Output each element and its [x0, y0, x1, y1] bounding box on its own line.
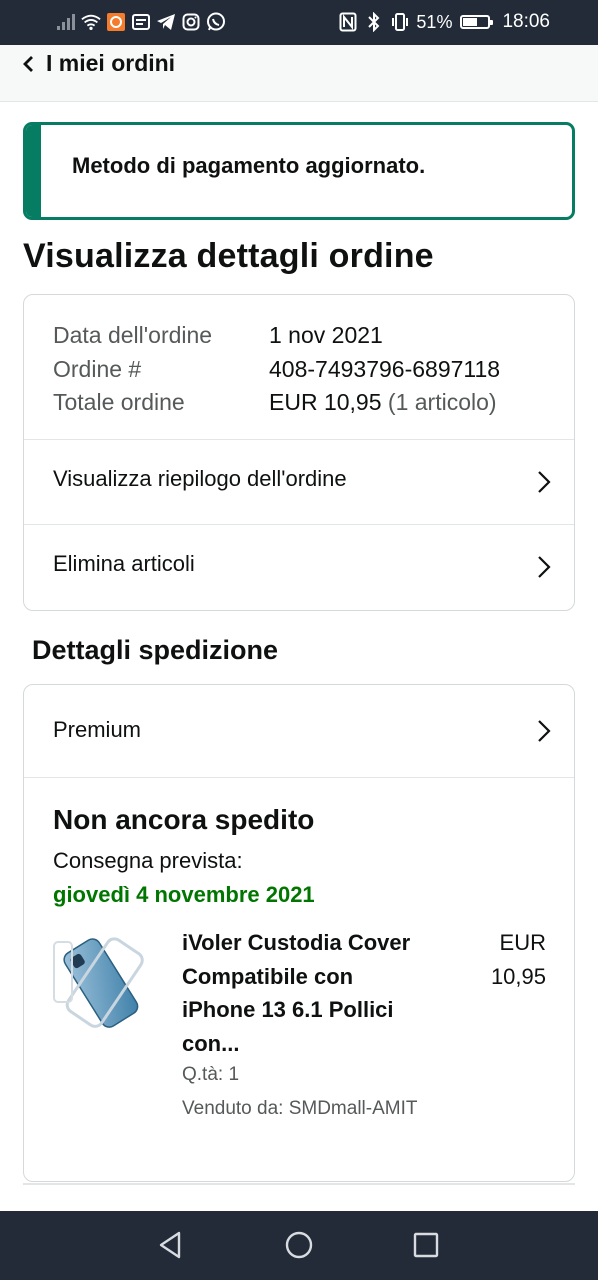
phone-case-icon [53, 937, 144, 1028]
page-title: Visualizza dettagli ordine [23, 237, 434, 275]
product-price-currency: EUR [499, 930, 546, 955]
product-quantity: Q.tà: 1 [182, 1064, 240, 1085]
shipping-card: Premium Non ancora spedito Consegna prev… [23, 684, 575, 1182]
battery-icon [460, 15, 494, 29]
order-date-row: Data dell'ordine 1 nov 2021 [53, 319, 500, 353]
whatsapp-icon [206, 11, 226, 33]
system-nav-bar [0, 1211, 598, 1280]
order-total-row: Totale ordine EUR 10,95 (1 articolo) [53, 386, 500, 420]
clock: 18:06 [502, 11, 550, 32]
order-total-value: EUR 10,95 [269, 389, 382, 415]
status-bar-system: 51% 18:06 [338, 11, 550, 33]
order-item-count: (1 articolo) [387, 389, 497, 415]
order-summary-card: Data dell'ordine 1 nov 2021 Ordine # 408… [23, 294, 575, 611]
success-alert: Metodo di pagamento aggiornato. [23, 122, 575, 220]
order-total-label: Totale ordine [53, 389, 185, 415]
view-order-summary-link[interactable]: Visualizza riepilogo dell'ordine [24, 439, 574, 524]
wifi-icon [81, 11, 101, 33]
chevron-left-icon [23, 56, 33, 72]
alert-message: Metodo di pagamento aggiornato. [72, 153, 426, 178]
product-image[interactable] [52, 934, 158, 1034]
delete-items-link[interactable]: Elimina articoli [24, 524, 574, 609]
shipment-status-section: Non ancora spedito Consegna prevista: gi… [24, 777, 574, 1181]
delivery-estimate-label: Consegna prevista: [53, 848, 243, 873]
shipment-status: Non ancora spedito [53, 804, 315, 835]
order-date-label: Data dell'ordine [53, 322, 213, 348]
message-icon [131, 11, 151, 33]
product-price-value: 10,95 [490, 963, 546, 989]
order-date-value: 1 nov 2021 [269, 322, 383, 348]
chevron-right-icon [538, 556, 551, 578]
delete-items-label: Elimina articoli [53, 551, 195, 576]
shipping-method-link[interactable]: Premium [24, 685, 574, 777]
app-notification-icon [106, 11, 126, 33]
order-total-group: EUR 10,95 (1 articolo) [269, 386, 497, 420]
product-title-link[interactable]: iVoler Custodia Cover Compatibile con iP… [182, 926, 432, 1060]
divider [23, 1183, 575, 1185]
order-number-label: Ordine # [53, 355, 142, 382]
status-bar-notifications [56, 11, 226, 33]
app-header: I miei ordini [0, 45, 598, 102]
alert-accent-bar [26, 125, 41, 217]
square-recents-icon[interactable] [410, 1229, 442, 1261]
chevron-right-icon [538, 471, 551, 493]
product-price: EUR 10,95 [436, 926, 546, 993]
shipping-method-label: Premium [53, 717, 142, 742]
product-seller: Venduto da: SMDmall-AMIT [182, 1098, 418, 1119]
order-number-value: 408-7493796-6897118 [269, 355, 501, 382]
delivery-estimate-date: giovedì 4 novembre 2021 [53, 882, 315, 907]
view-order-summary-label: Visualizza riepilogo dell'ordine [53, 466, 347, 491]
status-bar: 51% 18:06 [0, 0, 598, 45]
instagram-icon [181, 11, 201, 33]
bluetooth-icon [364, 11, 384, 33]
shipping-section-title: Dettagli spedizione [32, 635, 279, 665]
chevron-right-icon [538, 720, 551, 742]
order-info: Data dell'ordine 1 nov 2021 Ordine # 408… [53, 319, 500, 420]
nfc-icon [338, 11, 358, 33]
signal-icon [56, 11, 76, 33]
back-link-label: I miei ordini [46, 50, 176, 76]
triangle-back-icon[interactable] [155, 1229, 187, 1261]
circle-home-icon[interactable] [283, 1229, 315, 1261]
order-number-row: Ordine # 408-7493796-6897118 [53, 353, 500, 387]
telegram-icon [156, 11, 176, 33]
vibrate-icon [390, 11, 410, 33]
battery-percent: 51% [416, 11, 453, 32]
